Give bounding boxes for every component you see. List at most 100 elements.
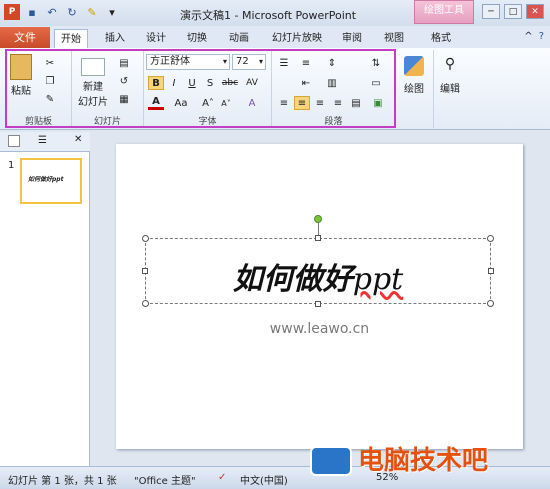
cut-icon[interactable]: ✂ xyxy=(42,56,58,70)
align-text-icon[interactable]: ▭ xyxy=(368,76,384,90)
pane-tabs: ☰ ✕ xyxy=(0,132,90,152)
underline-button[interactable]: U xyxy=(184,76,200,90)
window-title: 演示文稿1 - Microsoft PowerPoint xyxy=(180,9,357,22)
paste-icon xyxy=(10,54,32,80)
tab-insert[interactable]: 插入 xyxy=(99,29,131,48)
slide-title: 如何做好ppt xyxy=(232,262,404,297)
spellcheck-icon[interactable]: ✓ xyxy=(218,472,226,483)
quick-access-toolbar: P ▪ ↶ ↻ ✎ ▾ xyxy=(4,4,120,20)
redo-icon[interactable]: ↻ xyxy=(64,4,80,20)
align-center-icon[interactable]: ≡ xyxy=(294,96,310,110)
maximize-button[interactable]: □ xyxy=(504,4,522,19)
save-icon[interactable]: ▪ xyxy=(24,4,40,20)
shrink-font-button[interactable]: A˅ xyxy=(218,96,234,110)
decrease-indent-icon[interactable]: ⇤ xyxy=(298,76,314,90)
paste-button[interactable]: 粘贴 xyxy=(10,54,32,97)
text-direction-icon[interactable]: ⇅ xyxy=(368,56,384,70)
binoculars-icon: ⚲ xyxy=(444,56,456,72)
font-group-label: 字体 xyxy=(198,117,217,127)
clipboard-group-label: 剪贴板 xyxy=(24,117,52,127)
drawing-tools-header: 绘图工具 xyxy=(414,0,474,24)
bullets-icon[interactable]: ☰ xyxy=(276,56,292,70)
undo-icon[interactable]: ↶ xyxy=(44,4,60,20)
clipboard-group: 粘贴 ✂ ❐ ✎ 剪贴板 xyxy=(6,50,72,128)
shapes-icon xyxy=(404,56,424,76)
resize-handle-tr[interactable] xyxy=(487,235,494,242)
help-icon[interactable]: ? xyxy=(539,31,544,42)
slide-number: 1 xyxy=(8,160,15,171)
minimize-ribbon-icon[interactable]: ^ xyxy=(524,31,532,42)
format-painter-icon[interactable]: ✎ xyxy=(84,4,100,20)
resize-handle-l[interactable] xyxy=(142,268,148,274)
tab-animations[interactable]: 动画 xyxy=(223,29,255,48)
align-left-icon[interactable]: ≡ xyxy=(276,96,292,110)
tab-home[interactable]: 开始 xyxy=(54,29,88,48)
tab-view[interactable]: 视图 xyxy=(378,29,410,48)
language-status[interactable]: 中文(中国) xyxy=(240,472,288,487)
font-name-combo[interactable]: 方正舒体 ▾ xyxy=(146,54,230,70)
title-textbox[interactable]: 如何做好ppt xyxy=(142,215,494,307)
slides-tab-icon[interactable] xyxy=(8,135,20,147)
resize-handle-br[interactable] xyxy=(487,300,494,307)
italic-button[interactable]: I xyxy=(166,76,182,90)
tab-format[interactable]: 格式 xyxy=(425,29,457,48)
tab-transitions[interactable]: 切换 xyxy=(181,29,213,48)
numbering-icon[interactable]: ≡ xyxy=(298,56,314,70)
font-color-button[interactable]: A xyxy=(148,96,164,110)
slide-count-status: 幻灯片 第 1 张，共 1 张 xyxy=(8,476,117,487)
resize-handle-tl[interactable] xyxy=(142,235,149,242)
outline-tab-icon[interactable]: ☰ xyxy=(38,135,47,146)
resize-handle-r[interactable] xyxy=(488,268,494,274)
char-spacing-button[interactable]: AV xyxy=(242,76,262,90)
reset-icon[interactable]: ↺ xyxy=(116,74,132,88)
rotation-handle[interactable] xyxy=(314,215,322,223)
change-case-button[interactable]: Aa xyxy=(170,96,192,110)
slides-group-label: 幻灯片 xyxy=(93,117,121,127)
resize-handle-bl[interactable] xyxy=(142,300,149,307)
watermark-logo xyxy=(310,446,352,476)
justify-icon[interactable]: ≡ xyxy=(330,96,346,110)
rotation-stem xyxy=(318,221,319,235)
shadow-button[interactable]: S xyxy=(202,76,218,90)
font-size-combo[interactable]: 72 ▾ xyxy=(232,54,266,70)
paragraph-group-label: 段落 xyxy=(324,117,343,127)
slide-thumbnail[interactable]: 如何做好ppt xyxy=(20,158,82,204)
strikethrough-button[interactable]: abc xyxy=(220,76,240,90)
layout-icon[interactable]: ▤ xyxy=(116,56,132,70)
clear-formatting-button[interactable]: A xyxy=(244,96,260,110)
font-group: 方正舒体 ▾ 72 ▾ B I U S abc AV A Aa A˄ A˅ A 字体 xyxy=(144,50,272,128)
copy-icon[interactable]: ❐ xyxy=(42,74,58,88)
new-slide-icon xyxy=(81,58,105,76)
bold-button[interactable]: B xyxy=(148,76,164,90)
resize-handle-b[interactable] xyxy=(315,301,321,307)
tab-design[interactable]: 设计 xyxy=(140,29,172,48)
section-icon[interactable]: ▦ xyxy=(116,92,132,106)
chevron-down-icon: ▾ xyxy=(222,57,227,66)
slide-subtitle: www.leawo.cn xyxy=(269,321,370,337)
slides-pane: ☰ ✕ 1 如何做好ppt xyxy=(0,132,90,466)
editing-button[interactable]: ⚲ 编辑 xyxy=(440,56,460,95)
grow-font-button[interactable]: A˄ xyxy=(200,96,216,110)
format-painter-brush-icon[interactable]: ✎ xyxy=(42,92,58,106)
resize-handle-t[interactable] xyxy=(315,235,321,241)
smartart-icon[interactable]: ▣ xyxy=(370,96,386,110)
new-slide-button[interactable]: 新建 幻灯片 xyxy=(78,54,108,108)
slide-canvas[interactable]: 如何做好ppt www.leawo.cn xyxy=(116,144,523,449)
tab-file[interactable]: 文件 xyxy=(0,27,50,48)
close-pane-icon[interactable]: ✕ xyxy=(74,134,82,145)
columns-icon[interactable]: ▥ xyxy=(324,76,340,90)
close-button[interactable]: ✕ xyxy=(526,4,544,19)
tab-review[interactable]: 审阅 xyxy=(336,29,368,48)
customize-qat-icon[interactable]: ▾ xyxy=(104,4,120,20)
ribbon: 粘贴 ✂ ❐ ✎ 剪贴板 新建 幻灯片 ▤ ↺ ▦ 幻灯片 方正舒体 ▾ 72 ▾ … xyxy=(0,48,550,130)
line-spacing-icon[interactable]: ⇕ xyxy=(324,56,340,70)
align-right-icon[interactable]: ≡ xyxy=(312,96,328,110)
minimize-button[interactable]: ─ xyxy=(482,4,500,19)
paragraph-group: ☰ ≡ ⇕ ⇅ ⇤ ▥ ▭ ≡ ≡ ≡ ≡ ▤ ▣ 段落 xyxy=(272,50,396,128)
ribbon-tabs: 文件 开始 插入 设计 切换 动画 幻灯片放映 审阅 视图 格式 ^ ? xyxy=(0,26,550,48)
editing-group: ⚲ 编辑 xyxy=(434,50,470,128)
ppt-logo-icon[interactable]: P xyxy=(4,4,20,20)
tab-slideshow[interactable]: 幻灯片放映 xyxy=(266,29,328,48)
drawing-button[interactable]: 绘图 xyxy=(404,56,424,95)
distribute-icon[interactable]: ▤ xyxy=(348,96,364,110)
